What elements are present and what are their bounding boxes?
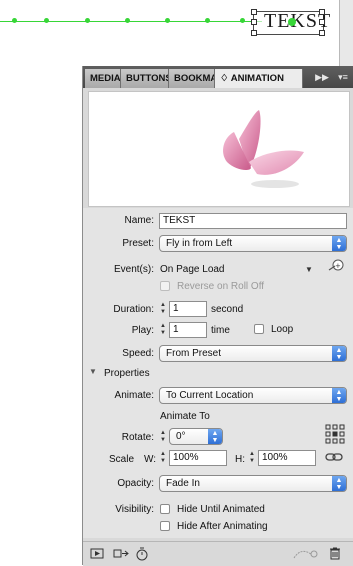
loop-label: Loop (271, 324, 294, 335)
chevron-updown-icon: ▲ ▼ (332, 236, 346, 251)
chevron-updown-icon: ▲ ▼ (208, 429, 222, 444)
convert-to-motion-path-icon[interactable] (113, 548, 129, 563)
visibility-label: Visibility: (115, 504, 154, 515)
loop-checkbox[interactable] (254, 324, 264, 334)
play-label: Play: (131, 325, 154, 336)
name-label: Name: (124, 215, 154, 226)
preset-label: Preset: (122, 238, 154, 249)
motion-path-point (12, 18, 17, 23)
animation-preview (88, 91, 350, 207)
resize-handle[interactable] (319, 9, 325, 15)
motion-path-point (240, 18, 245, 23)
speed-label: Speed: (122, 348, 154, 359)
motion-path-point (165, 18, 170, 23)
disclosure-triangle-icon[interactable]: ▼ (89, 367, 97, 376)
rotate-label: Rotate: (121, 432, 154, 443)
opacity-select[interactable]: Fade In ▲ ▼ (159, 475, 347, 492)
tab-animation[interactable]: ♢ ANIMATION (215, 69, 303, 88)
resize-handle[interactable] (251, 9, 257, 15)
reference-point-grid-icon[interactable] (325, 424, 345, 447)
motion-path-point (125, 18, 130, 23)
tab-bookmarks[interactable]: BOOKMA (169, 69, 215, 88)
tab-buttons[interactable]: BUTTONS (121, 69, 169, 88)
scale-h-field[interactable]: 100% (258, 450, 316, 466)
animation-panel: MEDIA BUTTONS BOOKMA ♢ ANIMATION ▶▶ ▾≡ N… (82, 66, 353, 566)
resize-handle[interactable] (319, 30, 325, 36)
panel-tab-bar: MEDIA BUTTONS BOOKMA ♢ ANIMATION ▶▶ ▾≡ (83, 66, 353, 88)
butterfly-preview-image (223, 110, 304, 188)
preview-spread-icon[interactable] (90, 548, 104, 563)
preset-select[interactable]: Fly in from Left ▲ ▼ (159, 235, 347, 252)
opacity-value: Fade In (166, 478, 200, 489)
hide-until-label: Hide Until Animated (177, 504, 265, 515)
speed-value: From Preset (166, 348, 222, 359)
svg-text:+: + (335, 262, 341, 270)
properties-heading: Properties (104, 368, 150, 379)
chevron-updown-icon: ▲ ▼ (332, 388, 346, 403)
duration-unit: second (211, 304, 244, 315)
rotate-value: 0° (176, 431, 186, 442)
scale-h-stepper[interactable]: ▲ ▼ (248, 451, 256, 465)
scale-w-field[interactable]: 100% (169, 450, 227, 466)
motion-path[interactable] (0, 21, 262, 22)
opacity-label: Opacity: (117, 478, 154, 489)
tab-media[interactable]: MEDIA (85, 69, 121, 88)
fast-forward-icon[interactable]: ▶▶ (315, 71, 329, 83)
chevron-updown-icon: ▲ ▼ (332, 476, 346, 491)
animate-select[interactable]: To Current Location ▲ ▼ (159, 387, 347, 404)
hide-until-checkbox[interactable] (160, 504, 170, 514)
panel-menu-icon[interactable]: ▾≡ (336, 71, 350, 83)
rotate-select[interactable]: 0° ▲ ▼ (169, 428, 223, 445)
reverse-label: Reverse on Roll Off (177, 281, 265, 292)
motion-path-tool-icon[interactable] (293, 548, 319, 563)
animation-settings-form: Name: TEKST Preset: Fly in from Left ▲ ▼ … (83, 208, 353, 538)
hide-after-label: Hide After Animating (177, 521, 268, 532)
scale-h-label: H: (235, 454, 245, 465)
chevron-down-icon[interactable]: ▼ (305, 265, 313, 274)
animate-label: Animate: (114, 390, 154, 401)
duration-stepper[interactable]: ▲ ▼ (159, 302, 167, 316)
add-event-icon[interactable]: + (327, 258, 345, 277)
document-canvas: TEKST (0, 0, 353, 66)
scale-w-stepper[interactable]: ▲ ▼ (159, 451, 167, 465)
animate-to-heading: Animate To (160, 411, 210, 422)
chevron-updown-icon: ▲ ▼ (332, 346, 346, 361)
events-label: Event(s): (113, 264, 154, 275)
link-constrain-icon[interactable] (325, 451, 343, 466)
resize-handle[interactable] (251, 30, 257, 36)
speed-select[interactable]: From Preset ▲ ▼ (159, 345, 347, 362)
reverse-checkbox[interactable] (160, 281, 170, 291)
animate-value: To Current Location (166, 390, 254, 401)
play-field[interactable]: 1 (169, 322, 207, 338)
motion-path-end-point[interactable] (288, 18, 296, 26)
scale-w-label: W: (144, 454, 157, 465)
hide-after-checkbox[interactable] (160, 521, 170, 531)
rotate-stepper[interactable]: ▲ ▼ (159, 430, 167, 444)
motion-path-point (85, 18, 90, 23)
events-value[interactable]: On Page Load (160, 264, 225, 275)
play-stepper[interactable]: ▲ ▼ (159, 323, 167, 337)
motion-path-point (205, 18, 210, 23)
name-field[interactable]: TEKST (159, 213, 347, 229)
resize-handle[interactable] (319, 19, 325, 25)
timing-icon[interactable] (135, 547, 149, 564)
motion-path-point (44, 18, 49, 23)
scale-label: Scale (109, 454, 135, 465)
play-unit: time (211, 325, 230, 336)
resize-handle[interactable] (251, 19, 257, 25)
preset-value: Fly in from Left (166, 238, 233, 249)
panel-footer (83, 541, 353, 566)
duration-field[interactable]: 1 (169, 301, 207, 317)
duration-label: Duration: (113, 304, 154, 315)
trash-icon[interactable] (329, 546, 341, 563)
